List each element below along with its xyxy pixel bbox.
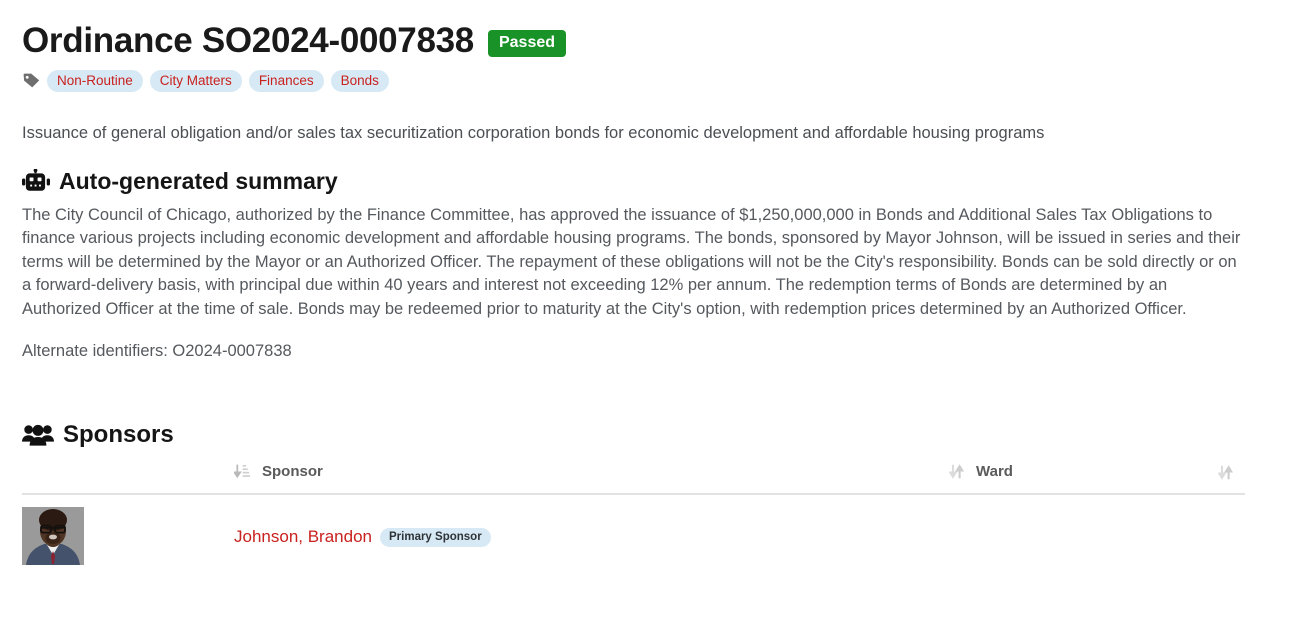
table-row: Johnson, Brandon Primary Sponsor <box>22 494 1245 566</box>
column-header-ward-label: Ward <box>976 463 1013 481</box>
auto-summary-heading-label: Auto-generated summary <box>59 167 338 194</box>
auto-summary-body: The City Council of Chicago, authorized … <box>22 205 1241 318</box>
sponsors-table: Sponsor Ward Johnson, Brandon Primary Sp… <box>22 463 1245 566</box>
column-header-sponsor-label: Sponsor <box>262 463 323 481</box>
column-header-sponsor[interactable]: Sponsor <box>232 463 949 496</box>
tag-pill-non-routine[interactable]: Non-Routine <box>47 69 143 93</box>
sort-up-down-icon[interactable] <box>948 464 965 480</box>
tag-pill-bonds[interactable]: Bonds <box>330 69 389 93</box>
alternate-identifiers: Alternate identifiers: O2024-0007838 <box>22 342 292 361</box>
sponsor-avatar-cell <box>22 494 234 566</box>
column-header-ward[interactable]: Ward <box>948 463 1149 496</box>
tag-pill-city-matters[interactable]: City Matters <box>149 69 242 93</box>
ordinance-description: Issuance of general obligation and/or sa… <box>22 124 1045 143</box>
column-header-extra[interactable] <box>1149 463 1245 496</box>
sort-amount-down-icon[interactable] <box>232 464 250 479</box>
sponsor-extra-cell <box>1149 494 1245 565</box>
column-header-photo <box>22 463 234 496</box>
users-icon <box>22 423 54 447</box>
sponsors-heading-label: Sponsors <box>63 421 174 449</box>
sponsors-heading: Sponsors <box>22 421 1282 449</box>
sponsor-name-cell: Johnson, Brandon Primary Sponsor <box>234 494 949 565</box>
page-title: Ordinance SO2024-0007838 <box>22 21 474 60</box>
primary-sponsor-badge: Primary Sponsor <box>380 527 491 548</box>
auto-summary-heading: Auto-generated summary <box>22 168 1282 195</box>
tag-row: Non-Routine City Matters Finances Bonds <box>22 69 1282 93</box>
ordinance-detail-page: Ordinance SO2024-0007838 Passed Non-Rout… <box>0 0 1304 633</box>
title-row: Ordinance SO2024-0007838 Passed <box>22 0 1282 61</box>
sponsor-name-link[interactable]: Johnson, Brandon <box>234 527 372 547</box>
sponsors-table-header-row: Sponsor Ward <box>22 463 1245 496</box>
sort-up-down-icon-extra[interactable] <box>1217 465 1234 481</box>
robot-icon <box>22 168 50 193</box>
tag-pill-finances[interactable]: Finances <box>248 69 324 93</box>
status-badge: Passed <box>487 29 567 57</box>
avatar <box>22 507 234 566</box>
tag-icon <box>23 73 40 88</box>
sponsor-ward-cell <box>949 494 1149 565</box>
